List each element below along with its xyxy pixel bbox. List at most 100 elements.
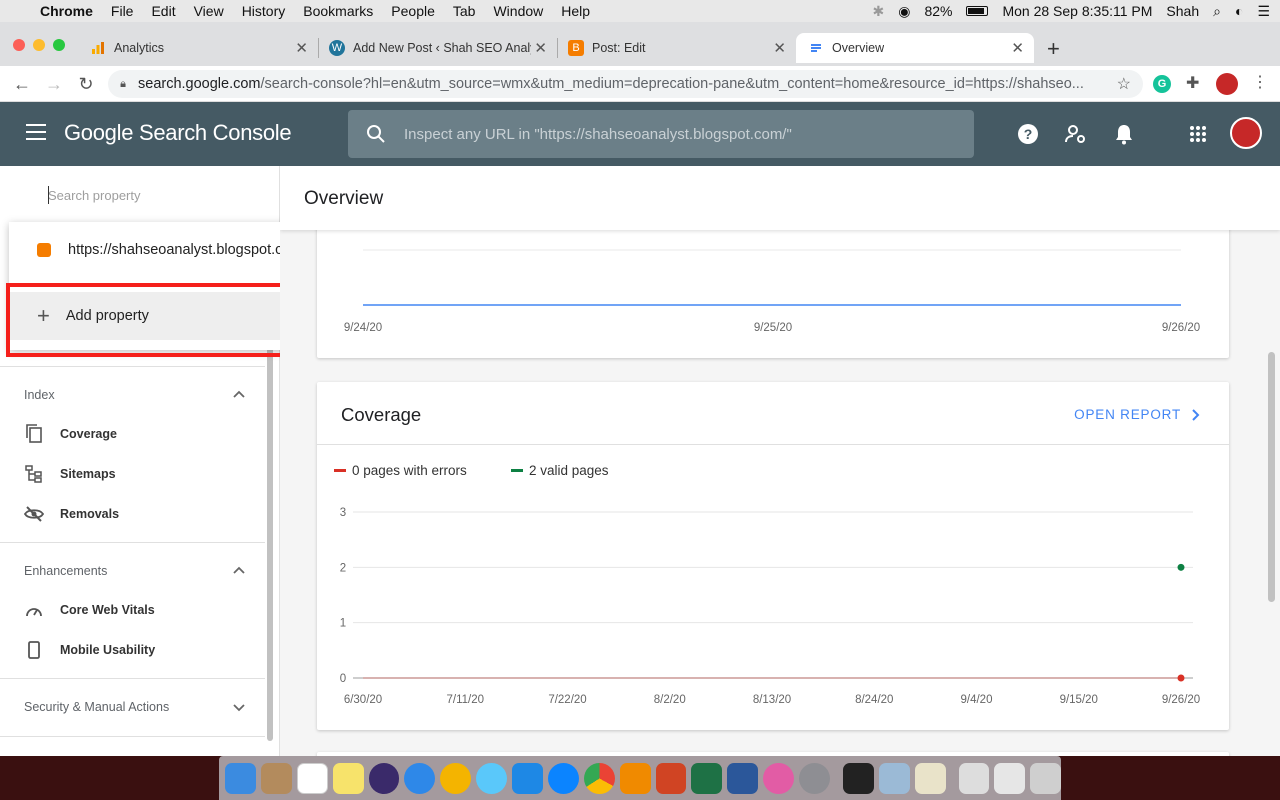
tab-overview[interactable]: Overview ✕ — [796, 33, 1034, 63]
photos-icon[interactable] — [440, 762, 472, 794]
reload-icon[interactable]: ↻ — [74, 72, 98, 96]
nav-item-mobile-usability[interactable]: Mobile Usability — [24, 638, 155, 662]
tab-close-icon[interactable]: ✕ — [773, 39, 786, 57]
tab-analytics[interactable]: Analytics ✕ — [80, 33, 318, 63]
forward-arrow-icon[interactable]: → — [42, 72, 66, 96]
menubar-user[interactable]: Shah — [1166, 3, 1199, 19]
downloads-icon[interactable] — [994, 762, 1026, 794]
chevron-up-icon[interactable] — [232, 564, 246, 578]
product-logo[interactable]: Google Search Console — [64, 120, 292, 146]
section-title-security[interactable]: Security & Manual Actions — [24, 700, 169, 714]
grammarly-extension-icon[interactable]: G — [1153, 75, 1171, 93]
siri-icon[interactable]: ◐ — [1235, 3, 1243, 19]
battery-icon[interactable] — [966, 6, 989, 16]
shazam-icon[interactable] — [547, 762, 579, 794]
page-title: Overview — [304, 188, 384, 209]
safari-icon[interactable] — [404, 762, 436, 794]
menu-app-chrome[interactable]: Chrome — [40, 3, 93, 19]
calendar-icon[interactable] — [296, 762, 328, 794]
search-icon — [348, 124, 404, 144]
notes-icon[interactable] — [332, 762, 364, 794]
page-title-bar: Overview — [280, 166, 1280, 230]
lock-icon[interactable]: 🔒︎ — [108, 78, 138, 91]
app-store-icon[interactable] — [512, 762, 543, 794]
chrome-icon[interactable] — [583, 762, 615, 794]
tab-close-icon[interactable]: ✕ — [1011, 39, 1024, 57]
terminal-icon[interactable] — [842, 762, 874, 794]
apps-grid-icon[interactable] — [1186, 122, 1210, 146]
section-title-enhancements[interactable]: Enhancements — [24, 564, 107, 578]
nav-item-removals[interactable]: Removals — [24, 502, 119, 526]
nav-item-label: Core Web Vitals — [60, 603, 155, 617]
powerpoint-icon[interactable] — [655, 762, 687, 794]
extensions-puzzle-icon[interactable]: ✚ — [1186, 73, 1199, 93]
battery-percent[interactable]: 82% — [924, 3, 952, 19]
new-tab-button[interactable]: + — [1047, 36, 1060, 62]
chrome-menu-icon[interactable]: ⋮ — [1252, 72, 1268, 92]
mac-menubar: Chrome File Edit View History Bookmarks … — [0, 0, 1280, 22]
menu-history[interactable]: History — [242, 3, 286, 19]
siri-icon[interactable] — [368, 762, 400, 794]
tab-post-edit[interactable]: B Post: Edit ✕ — [558, 33, 796, 63]
tab-title: Analytics — [114, 41, 165, 55]
url-inspection-input[interactable] — [404, 125, 964, 143]
account-avatar[interactable] — [1230, 117, 1262, 149]
finder-icon[interactable] — [225, 762, 256, 794]
y-tick-label: 1 — [340, 618, 346, 630]
window-minimize-button[interactable] — [33, 39, 45, 51]
chevron-down-icon[interactable] — [232, 700, 246, 714]
url-omnibox[interactable]: 🔒︎ search.google.com/search-console?hl=e… — [108, 70, 1143, 98]
nav-item-coverage[interactable]: Coverage — [24, 422, 117, 446]
notification-center-icon[interactable]: ☰ — [1257, 3, 1270, 20]
itunes-icon[interactable] — [763, 762, 794, 794]
spotlight-search-icon[interactable]: ⌕ — [1213, 3, 1221, 20]
user-settings-icon[interactable] — [1064, 122, 1088, 146]
trash-icon[interactable] — [1030, 762, 1062, 794]
menu-tab[interactable]: Tab — [453, 3, 476, 19]
tab-close-icon[interactable]: ✕ — [295, 39, 308, 57]
menu-people[interactable]: People — [391, 3, 435, 19]
menubar-clock[interactable]: Mon 28 Sep 8:35:11 PM — [1002, 3, 1152, 19]
archive-utility-icon[interactable] — [260, 762, 292, 794]
menu-bookmarks[interactable]: Bookmarks — [303, 3, 373, 19]
section-title-index[interactable]: Index — [24, 388, 55, 402]
notifications-bell-icon[interactable] — [1112, 122, 1136, 146]
back-arrow-icon[interactable]: ← — [10, 72, 34, 96]
macos-dock — [219, 756, 1062, 800]
window-zoom-button[interactable] — [53, 39, 65, 51]
tab-title: Add New Post ‹ Shah SEO Analyst — [353, 41, 531, 55]
sidebar-scrollbar[interactable] — [267, 346, 273, 741]
window-close-button[interactable] — [13, 39, 25, 51]
x-tick-label: 6/30/20 — [344, 694, 382, 706]
vlc-icon[interactable] — [619, 762, 651, 794]
url-inspection-search[interactable] — [348, 110, 974, 158]
visibility-off-icon — [24, 504, 44, 524]
menu-view[interactable]: View — [194, 3, 224, 19]
nav-item-core-web-vitals[interactable]: Core Web Vitals — [24, 598, 155, 622]
menu-file[interactable]: File — [111, 3, 134, 19]
system-preferences-icon[interactable] — [799, 762, 830, 794]
tab-add-new-post[interactable]: W Add New Post ‹ Shah SEO Analyst ✕ — [319, 33, 557, 63]
y-tick-label: 2 — [340, 562, 346, 574]
document-photo-icon[interactable] — [958, 762, 990, 794]
wifi-icon[interactable]: ◉ — [898, 3, 910, 20]
x-tick-label: 9/26/20 — [1162, 322, 1200, 334]
chevron-up-icon[interactable] — [232, 388, 246, 402]
tab-close-icon[interactable]: ✕ — [534, 39, 547, 57]
main-scrollbar[interactable] — [1268, 352, 1275, 602]
bluetooth-icon[interactable]: ✱ — [872, 3, 884, 20]
script-editor-icon[interactable] — [914, 762, 946, 794]
bookmark-star-icon[interactable]: ☆ — [1117, 74, 1131, 94]
help-icon[interactable]: ? — [1016, 122, 1040, 146]
word-icon[interactable] — [727, 762, 759, 794]
menu-edit[interactable]: Edit — [151, 3, 175, 19]
profile-avatar-small[interactable] — [1216, 73, 1238, 95]
excel-icon[interactable] — [691, 762, 723, 794]
preview-icon[interactable] — [878, 762, 910, 794]
menu-help[interactable]: Help — [561, 3, 590, 19]
hamburger-menu-icon[interactable] — [26, 124, 46, 144]
messages-icon[interactable] — [476, 762, 507, 794]
property-search-input[interactable]: Search property — [48, 186, 141, 204]
nav-item-sitemaps[interactable]: Sitemaps — [24, 462, 116, 486]
menu-window[interactable]: Window — [493, 3, 543, 19]
